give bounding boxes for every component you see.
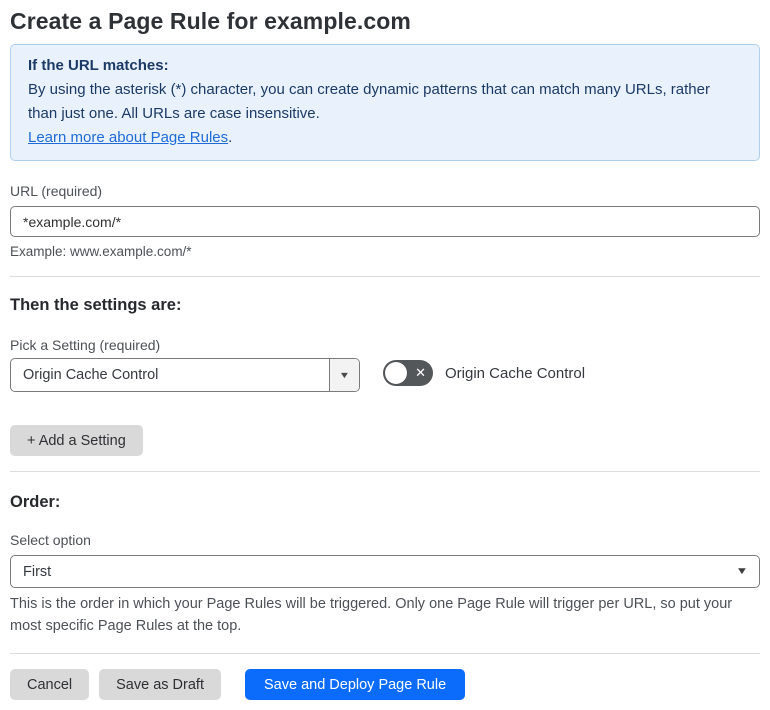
- cancel-button[interactable]: Cancel: [10, 669, 90, 700]
- toggle-knob: [385, 362, 407, 384]
- info-box-link-line: Learn more about Page Rules.: [28, 126, 742, 150]
- settings-section-heading: Then the settings are:: [10, 296, 182, 314]
- url-match-info-box: If the URL matches: By using the asteris…: [10, 44, 760, 161]
- order-select-label: Select option: [10, 532, 91, 548]
- info-box-heading: If the URL matches:: [28, 57, 169, 74]
- divider: [10, 653, 760, 654]
- learn-more-link[interactable]: Learn more about Page Rules: [28, 129, 228, 146]
- url-field-label: URL (required): [10, 183, 103, 199]
- create-page-rule-form: Create a Page Rule for example.com If th…: [0, 0, 770, 710]
- chevron-down-icon: ▼: [735, 565, 749, 577]
- save-as-draft-button[interactable]: Save as Draft: [99, 669, 221, 700]
- link-suffix: .: [228, 129, 233, 146]
- save-and-deploy-button[interactable]: Save and Deploy Page Rule: [244, 669, 466, 700]
- setting-select[interactable]: Origin Cache Control ▼: [10, 358, 360, 392]
- info-box-body: By using the asterisk (*) character, you…: [28, 81, 710, 122]
- order-select[interactable]: First ▼: [10, 555, 760, 588]
- divider: [10, 471, 760, 472]
- origin-cache-control-toggle[interactable]: ✕: [383, 360, 433, 386]
- setting-select-value: Origin Cache Control: [23, 367, 159, 383]
- toggle-label: Origin Cache Control: [445, 364, 586, 382]
- pick-setting-label: Pick a Setting (required): [10, 337, 161, 353]
- footer-actions: Cancel Save as Draft Save and Deploy Pag…: [10, 669, 760, 700]
- divider: [10, 276, 760, 277]
- order-section-heading: Order:: [10, 493, 61, 511]
- url-field-helper: Example: www.example.com/*: [10, 244, 192, 259]
- setting-select-caret-button[interactable]: ▼: [329, 359, 359, 391]
- setting-row: Origin Cache Control ▼ ✕ Origin Cache Co…: [10, 354, 760, 392]
- toggle-off-x-icon: ✕: [415, 365, 426, 381]
- chevron-down-icon: ▼: [338, 369, 351, 380]
- add-setting-button[interactable]: + Add a Setting: [10, 425, 143, 456]
- order-helper-text: This is the order in which your Page Rul…: [10, 596, 733, 634]
- url-input[interactable]: [10, 206, 760, 237]
- order-select-value: First: [23, 563, 52, 580]
- page-title: Create a Page Rule for example.com: [10, 8, 411, 34]
